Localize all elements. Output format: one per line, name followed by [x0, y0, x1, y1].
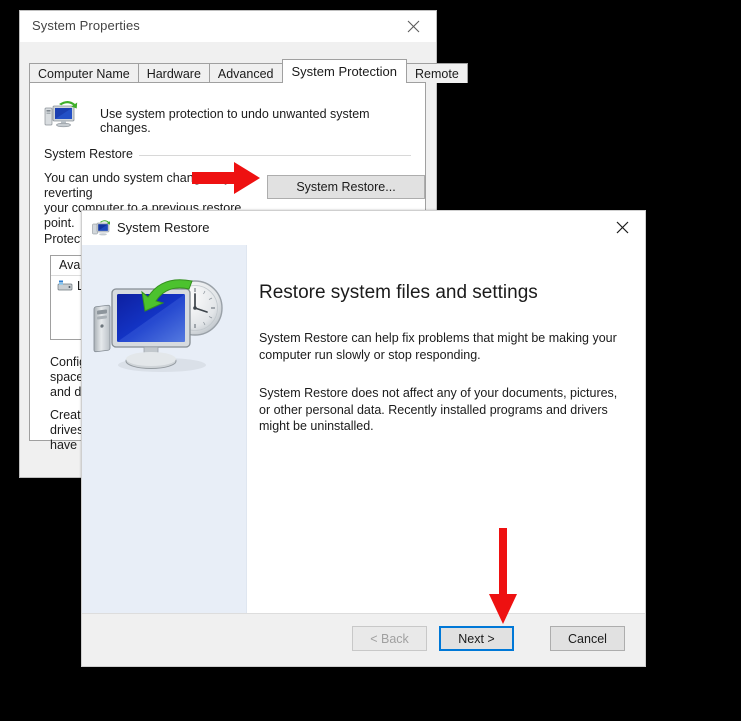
system-restore-footer: < Back Next > Cancel	[82, 613, 645, 666]
system-protection-icon	[44, 101, 78, 128]
system-protection-banner: Use system protection to undo unwanted s…	[44, 97, 415, 137]
system-restore-group-label: System Restore	[44, 147, 139, 161]
system-properties-titlebar: System Properties	[20, 11, 436, 42]
system-restore-titlebar: System Restore	[82, 211, 645, 244]
system-restore-title: System Restore	[117, 220, 210, 235]
system-properties-title: System Properties	[32, 18, 140, 33]
tab-hardware[interactable]: Hardware	[137, 63, 210, 83]
screen: System Properties Computer Name Hardware…	[0, 0, 741, 721]
computer-clock-restore-graphic	[93, 279, 223, 372]
close-glyph	[616, 221, 629, 234]
system-protection-banner-text: Use system protection to undo unwanted s…	[100, 107, 370, 135]
system-restore-sidebar	[82, 245, 247, 614]
close-icon[interactable]	[391, 11, 436, 42]
system-restore-paragraph-1: System Restore can help fix problems tha…	[259, 331, 617, 362]
hard-drive-icon	[57, 280, 73, 291]
system-restore-content: Restore system files and settings System…	[82, 244, 645, 614]
tab-advanced[interactable]: Advanced	[208, 63, 283, 83]
system-restore-icon	[92, 220, 110, 236]
tab-remote[interactable]: Remote	[406, 63, 468, 83]
system-restore-button[interactable]: System Restore...	[267, 175, 425, 199]
system-restore-main-pane: Restore system files and settings System…	[247, 245, 645, 614]
close-glyph	[407, 20, 420, 33]
cancel-button[interactable]: Cancel	[550, 626, 625, 651]
back-button[interactable]: < Back	[352, 626, 427, 651]
tab-computer-name[interactable]: Computer Name	[29, 63, 139, 83]
system-restore-description-line1: You can undo system changes by reverting	[44, 171, 231, 200]
close-icon[interactable]	[600, 211, 645, 244]
system-restore-paragraph-2: System Restore does not affect any of yo…	[259, 386, 618, 433]
system-restore-window: System Restore Restore system files and …	[81, 210, 646, 667]
system-properties-tabstrip: Computer Name Hardware Advanced System P…	[29, 59, 468, 83]
next-button[interactable]: Next >	[439, 626, 514, 651]
tab-system-protection[interactable]: System Protection	[281, 59, 407, 83]
page-title: Restore system files and settings	[259, 282, 538, 303]
